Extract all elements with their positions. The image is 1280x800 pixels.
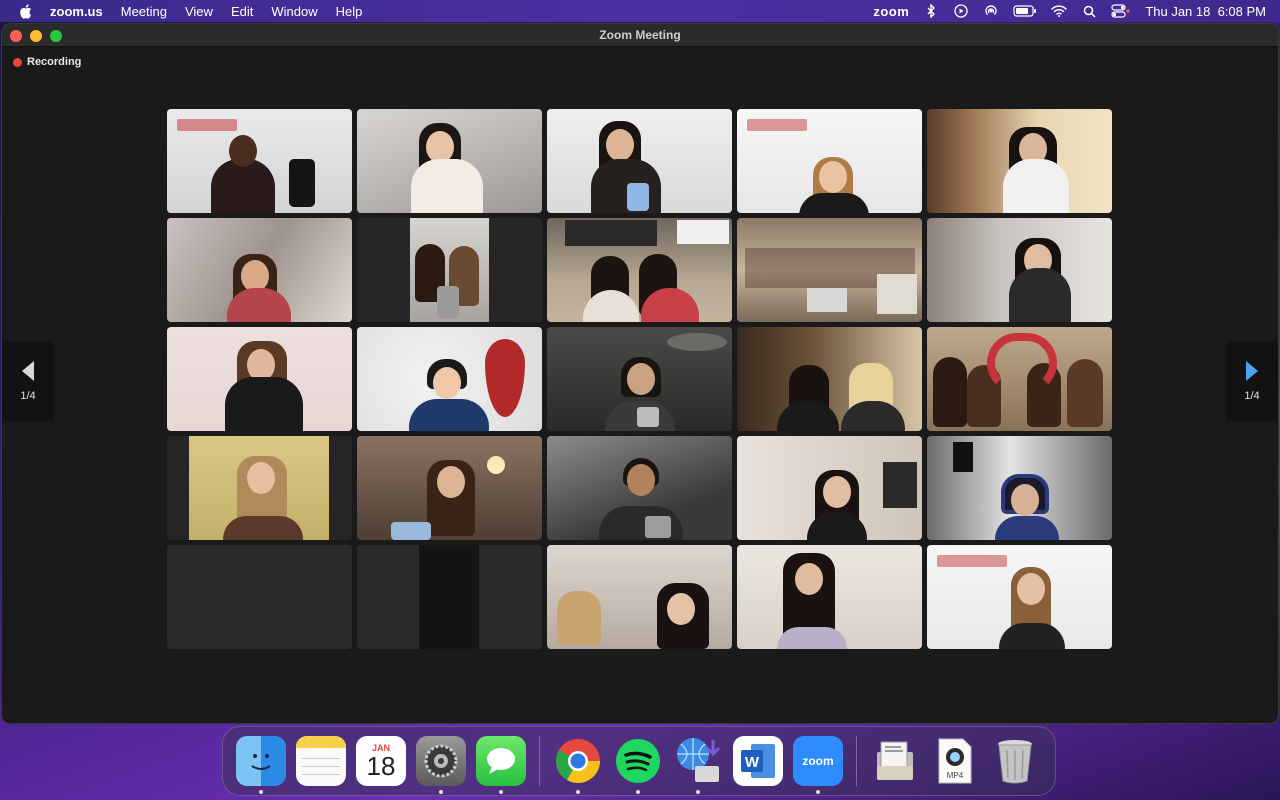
chat-bubble-icon [487, 748, 515, 774]
dock-finder[interactable] [236, 736, 286, 794]
recording-label: Recording [27, 56, 82, 68]
participant-video-tile[interactable] [547, 109, 732, 213]
participant-video-tile[interactable] [547, 545, 732, 649]
window-title: Zoom Meeting [599, 28, 681, 42]
previous-page-button[interactable]: 1/4 [2, 341, 54, 421]
participant-video-tile[interactable] [547, 436, 732, 540]
running-indicator [259, 790, 263, 794]
bluetooth-icon[interactable] [923, 4, 939, 18]
window-titlebar[interactable]: Zoom Meeting [2, 24, 1278, 47]
page-indicator-left: 1/4 [20, 390, 36, 402]
wifi-icon[interactable] [1051, 4, 1068, 18]
battery-icon[interactable] [1013, 4, 1037, 18]
participant-video-tile[interactable] [167, 218, 352, 322]
notes-icon [296, 736, 346, 748]
finder-icon [251, 754, 271, 770]
dock-trash[interactable] [990, 736, 1040, 786]
dock-zoom[interactable]: zoom [793, 736, 843, 794]
chrome-icon [556, 739, 600, 783]
dock-notes[interactable] [296, 736, 346, 786]
globe-download-icon [677, 738, 721, 782]
menu-edit[interactable]: Edit [231, 4, 253, 19]
participant-video-tile[interactable] [927, 545, 1112, 649]
participant-video-tile[interactable] [927, 436, 1112, 540]
clock[interactable]: Thu Jan 18 6:08 PM [1145, 4, 1266, 19]
menu-meeting[interactable]: Meeting [121, 4, 167, 19]
participant-video-tile[interactable] [357, 436, 542, 540]
dock-system-settings[interactable] [416, 736, 466, 794]
window-controls [10, 30, 62, 42]
spotify-icon [616, 739, 660, 783]
menu-help[interactable]: Help [336, 4, 363, 19]
participant-video-tile[interactable] [737, 327, 922, 431]
status-area: zoom Thu Jan 18 6:08 PM [873, 4, 1280, 19]
menu-bar: zoom.us Meeting View Edit Window Help zo… [0, 0, 1280, 22]
dock-mp4-file[interactable]: MP4 [930, 736, 980, 786]
participant-video-tile[interactable] [547, 327, 732, 431]
gallery-view [167, 109, 1112, 649]
dock-preview-stack[interactable] [870, 736, 920, 786]
trash-icon [998, 740, 1032, 784]
minimize-window-button[interactable] [30, 30, 42, 42]
dock-messages[interactable] [476, 736, 526, 794]
svg-text:W: W [745, 754, 760, 771]
recording-indicator[interactable]: Recording [13, 56, 81, 68]
recording-dot-icon [13, 57, 22, 67]
participant-video-tile[interactable] [737, 545, 922, 649]
participant-video-tile[interactable] [737, 436, 922, 540]
play-icon[interactable] [953, 4, 969, 18]
chevron-right-icon [1246, 361, 1258, 381]
fullscreen-window-button[interactable] [50, 30, 62, 42]
participant-video-tile[interactable] [737, 109, 922, 213]
participant-video-tile[interactable] [357, 327, 542, 431]
word-icon: W [741, 744, 775, 778]
close-window-button[interactable] [10, 30, 22, 42]
participant-video-tile[interactable] [357, 545, 542, 649]
gear-icon [424, 744, 458, 778]
airdrop-icon[interactable] [983, 4, 999, 18]
dock-calendar[interactable]: JAN 18 [356, 736, 406, 786]
mp4-label: MP4 [946, 771, 964, 780]
participant-video-tile[interactable] [927, 218, 1112, 322]
participant-video-tile[interactable] [167, 327, 352, 431]
calendar-day: 18 [366, 751, 396, 781]
control-center-icon[interactable] [1111, 4, 1131, 18]
dock-separator [539, 736, 540, 786]
dock: JAN 18 W zoom MP4 [222, 726, 1056, 796]
running-indicator [499, 790, 503, 794]
participant-video-tile[interactable] [737, 218, 922, 322]
participant-video-tile[interactable] [547, 218, 732, 322]
page-indicator-right: 1/4 [1244, 390, 1260, 402]
dock-spotify[interactable] [613, 736, 663, 794]
dock-word[interactable]: W [733, 736, 783, 786]
zoom-app-label: zoom [802, 754, 834, 768]
participant-video-tile[interactable] [167, 436, 352, 540]
dock-network-utility[interactable] [673, 736, 723, 794]
zoom-meeting-window: Zoom Meeting Recording 1/4 1/4 [1, 23, 1279, 724]
participant-video-tile[interactable] [357, 218, 542, 322]
zoom-status-item[interactable]: zoom [873, 4, 909, 19]
dock-separator [856, 736, 857, 786]
menu-window[interactable]: Window [271, 4, 317, 19]
document-stack-icon [877, 741, 913, 780]
running-indicator [576, 790, 580, 794]
running-indicator [439, 790, 443, 794]
participant-video-tile[interactable] [167, 545, 352, 649]
running-indicator [696, 790, 700, 794]
apple-menu-icon[interactable] [14, 3, 36, 19]
running-indicator [636, 790, 640, 794]
menu-view[interactable]: View [185, 4, 213, 19]
participant-video-tile[interactable] [927, 327, 1112, 431]
participant-video-tile[interactable] [927, 109, 1112, 213]
participant-video-tile[interactable] [167, 109, 352, 213]
running-indicator [816, 790, 820, 794]
next-page-button[interactable]: 1/4 [1226, 341, 1278, 421]
spotlight-search-icon[interactable] [1081, 4, 1097, 18]
dock-chrome[interactable] [553, 736, 603, 794]
chevron-left-icon [22, 361, 34, 381]
app-menu[interactable]: zoom.us [50, 4, 103, 19]
participant-video-tile[interactable] [357, 109, 542, 213]
